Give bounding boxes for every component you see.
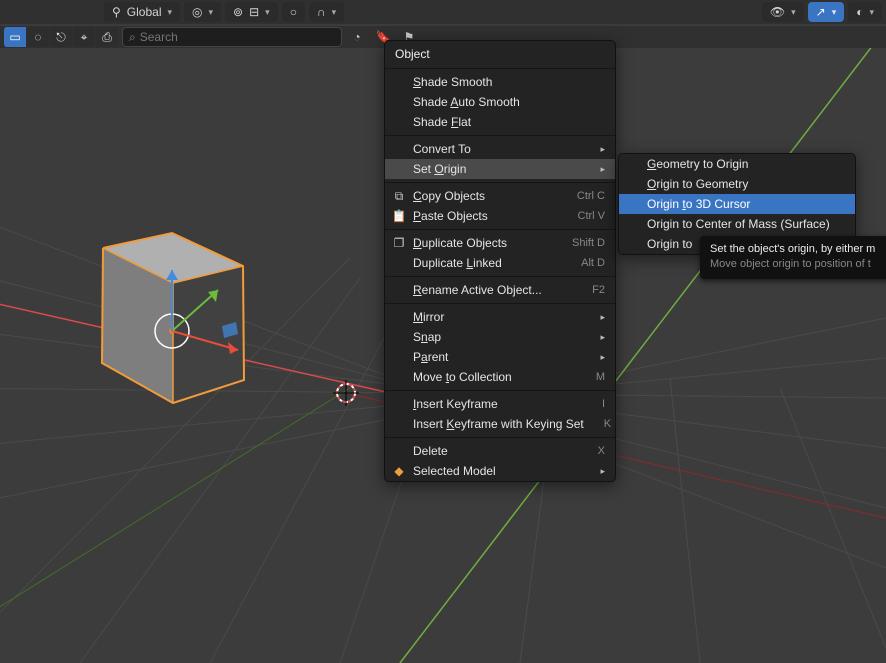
snap-mode-icon: ⊟ xyxy=(249,5,259,19)
menu-selected-model[interactable]: ◆ Selected Model ▸ xyxy=(385,461,615,481)
chevron-down-icon: ▾ xyxy=(265,7,270,18)
link-icon: ⎋ xyxy=(56,30,66,45)
submenu-origin-com-surface[interactable]: Origin to Center of Mass (Surface) xyxy=(619,214,855,234)
funnel-icon: ◔ xyxy=(353,30,360,44)
search-field[interactable]: ⌕ xyxy=(122,27,342,47)
menu-copy-objects[interactable]: ⧉ Copy Objects Copy Objects Ctrl C xyxy=(385,186,615,206)
chevron-down-icon: ▾ xyxy=(332,7,337,18)
menu-title: Object xyxy=(385,41,615,65)
pivot-dropdown[interactable]: ◎ ▾ xyxy=(184,2,221,22)
chevron-down-icon: ▾ xyxy=(167,7,172,18)
eye-icon: 👁 xyxy=(770,5,785,19)
globe-icon: ⚲ xyxy=(112,5,121,19)
select-lasso-button[interactable]: ⎋ xyxy=(50,27,72,47)
select-circle-button[interactable]: ◌ xyxy=(27,27,49,47)
copy-icon: ⧉ xyxy=(391,189,407,204)
filter-button[interactable]: ◔ xyxy=(346,27,368,47)
menu-duplicate[interactable]: ❐ Duplicate Objects Duplicate Objects Sh… xyxy=(385,233,615,253)
chevron-down-icon: ▾ xyxy=(209,7,214,18)
snap-dropdown[interactable]: ⊚ ⊟ ▾ xyxy=(225,2,278,22)
menu-paste-objects[interactable]: 📋 Paste Objects Paste Objects Ctrl V xyxy=(385,206,615,226)
menu-rename[interactable]: Rename Active Object... Rename Active Ob… xyxy=(385,280,615,300)
select-box-button[interactable]: ▭ xyxy=(4,27,26,47)
tooltip-title: Set the object's origin, by either m xyxy=(710,242,886,257)
3d-cursor xyxy=(333,380,359,406)
gizmo-icon: ↗ xyxy=(816,5,826,19)
chevron-down-icon: ▾ xyxy=(791,7,796,18)
transform-label: Global xyxy=(127,5,162,19)
chevron-down-icon: ▾ xyxy=(832,7,837,18)
submenu-arrow-icon: ▸ xyxy=(580,332,605,343)
overlays-icon: ◐ xyxy=(856,5,863,19)
submenu-arrow-icon: ▸ xyxy=(580,466,605,477)
falloff-dropdown[interactable]: ∩ ▾ xyxy=(309,2,344,22)
menu-parent[interactable]: Parent Parent ▸ xyxy=(385,347,615,367)
menu-insert-keyframe-set[interactable]: Insert Keyframe with Keying Set Insert K… xyxy=(385,414,615,434)
tooltip: Set the object's origin, by either m Mov… xyxy=(700,236,886,279)
submenu-arrow-icon: ▸ xyxy=(580,312,605,323)
prop-edit-icon: ○ xyxy=(290,5,297,19)
menu-delete[interactable]: Delete X xyxy=(385,441,615,461)
tooltip-desc: Move object origin to position of t xyxy=(710,257,886,272)
model-icon: ◆ xyxy=(391,464,407,478)
menu-insert-keyframe[interactable]: Insert Keyframe Insert Keyframe I xyxy=(385,394,615,414)
menu-shade-smooth[interactable]: Shade Smooth Shade Smooth xyxy=(385,72,615,92)
gizmo-dropdown[interactable]: ↗ ▾ xyxy=(808,2,845,22)
circle-icon: ◌ xyxy=(34,30,41,44)
transform-orientation-dropdown[interactable]: ⚲ Global ▾ xyxy=(104,2,180,22)
menu-convert-to[interactable]: Convert To ▸ xyxy=(385,139,615,159)
submenu-arrow-icon: ▸ xyxy=(580,352,605,363)
menu-set-origin[interactable]: Set Origin Set Origin ▸ xyxy=(385,159,615,179)
submenu-arrow-icon: ▸ xyxy=(580,164,605,175)
chevron-down-icon: ▾ xyxy=(869,7,874,18)
print-icon: ⎙ xyxy=(102,30,112,45)
falloff-icon: ∩ xyxy=(317,5,326,19)
submenu-origin-to-3d-cursor[interactable]: Origin to 3D Cursor Origin to 3D Cursor xyxy=(619,194,855,214)
visibility-dropdown[interactable]: 👁 ▾ xyxy=(762,2,804,22)
box-icon: ▭ xyxy=(9,30,20,44)
select-more-button[interactable]: ⎙ xyxy=(96,27,118,47)
menu-snap[interactable]: Snap Snap ▸ xyxy=(385,327,615,347)
menu-move-collection[interactable]: Move to Collection Move to Collection M xyxy=(385,367,615,387)
select-tweak-button[interactable]: ⌖ xyxy=(73,27,95,47)
overlays-dropdown[interactable]: ◐ ▾ xyxy=(848,2,882,22)
submenu-origin-to-geometry[interactable]: Origin to Geometry Origin to Geometry xyxy=(619,174,855,194)
duplicate-icon: ❐ xyxy=(391,236,407,250)
magnet-icon: ⊚ xyxy=(233,5,243,19)
menu-shade-auto[interactable]: Shade Auto Smooth Shade Auto Smooth xyxy=(385,92,615,112)
paste-icon: 📋 xyxy=(391,209,407,223)
menu-duplicate-linked[interactable]: Duplicate Linked Duplicate Linked Alt D xyxy=(385,253,615,273)
submenu-geometry-to-origin[interactable]: Geometry to Origin Geometry to Origin xyxy=(619,154,855,174)
search-input[interactable] xyxy=(140,30,335,44)
cursor-icon: ⌖ xyxy=(81,30,88,45)
proportional-edit-dropdown[interactable]: ○ xyxy=(282,2,305,22)
select-mode-group: ▭ ◌ ⎋ ⌖ ⎙ xyxy=(4,27,118,47)
pivot-icon: ◎ xyxy=(192,5,202,19)
menu-mirror[interactable]: Mirror Mirror ▸ xyxy=(385,307,615,327)
menu-shade-flat[interactable]: Shade Flat Shade Flat xyxy=(385,112,615,132)
search-icon: ⌕ xyxy=(129,30,136,45)
object-context-menu: Object Shade Smooth Shade Smooth Shade A… xyxy=(384,40,616,482)
submenu-arrow-icon: ▸ xyxy=(580,144,605,155)
